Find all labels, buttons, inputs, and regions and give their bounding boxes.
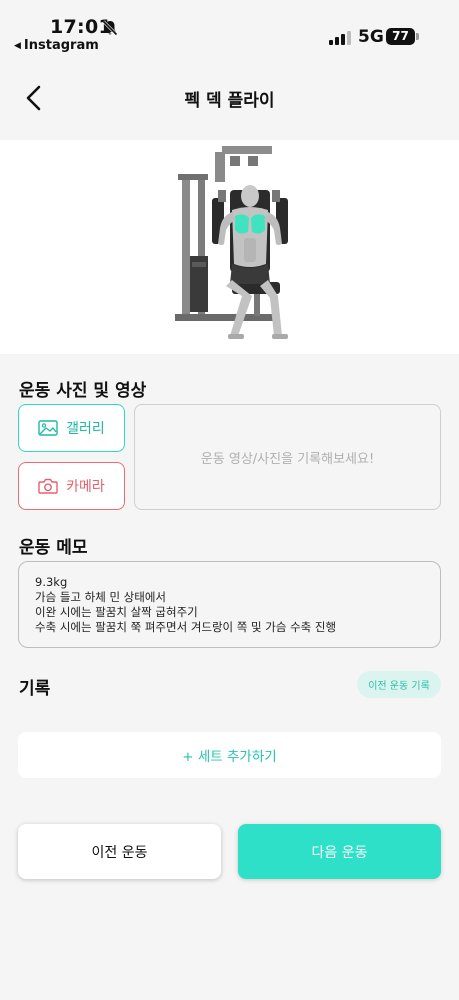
battery-level: 77 [386, 28, 415, 45]
next-exercise-button[interactable]: 다음 운동 [238, 824, 441, 879]
exercise-illustration [0, 140, 459, 354]
back-to-app-link[interactable]: ◀ Instagram [14, 38, 99, 53]
previous-exercise-button[interactable]: 이전 운동 [18, 824, 221, 879]
previous-record-label: 이전 운동 기록 [368, 681, 430, 692]
image-icon [38, 420, 58, 436]
gallery-label: 갤러리 [66, 421, 105, 437]
bell-slash-icon [101, 19, 119, 37]
memo-line: 가슴 들고 하체 민 상태에서 [35, 590, 167, 604]
battery-icon: 77 [386, 28, 419, 45]
status-bar: 17:01 ◀ Instagram 5G 77 [0, 0, 459, 58]
media-section-title: 운동 사진 및 영상 [19, 381, 147, 401]
memo-line: 9.3kg [35, 575, 68, 589]
previous-record-button[interactable]: 이전 운동 기록 [357, 671, 441, 698]
camera-label: 카메라 [66, 479, 105, 495]
network-label: 5G [358, 27, 384, 47]
memo-line: 수축 시에는 팔꿈치 쭉 펴주면서 겨드랑이 쪽 및 가슴 수축 진행 [35, 620, 337, 634]
signal-bars-icon [329, 30, 351, 45]
add-set-label: + 세트 추가하기 [182, 749, 277, 765]
next-exercise-label: 다음 운동 [311, 844, 368, 861]
camera-icon [38, 478, 58, 494]
record-section-title: 기록 [19, 679, 51, 699]
pec-deck-machine-illustration [175, 146, 288, 339]
camera-button[interactable]: 카메라 [18, 462, 125, 510]
back-app-label: Instagram [23, 38, 99, 53]
add-set-button[interactable]: + 세트 추가하기 [18, 732, 441, 778]
memo-line: 이완 시에는 팔꿈치 살짝 굽혀주기 [35, 605, 198, 619]
media-upload-area[interactable]: 운동 영상/사진을 기록해보세요! [134, 404, 441, 510]
header: 펙 덱 플라이 [0, 70, 459, 126]
gallery-button[interactable]: 갤러리 [18, 404, 125, 452]
page-title: 펙 덱 플라이 [184, 91, 275, 111]
battery-tip [416, 33, 419, 40]
memo-section-title: 운동 메모 [19, 538, 88, 558]
memo-textarea[interactable]: 9.3kg 가슴 들고 하체 민 상태에서 이완 시에는 팔꿈치 살짝 굽혀주기… [18, 561, 441, 648]
previous-exercise-label: 이전 운동 [91, 844, 148, 861]
media-placeholder: 운동 영상/사진을 기록해보세요! [200, 451, 375, 467]
